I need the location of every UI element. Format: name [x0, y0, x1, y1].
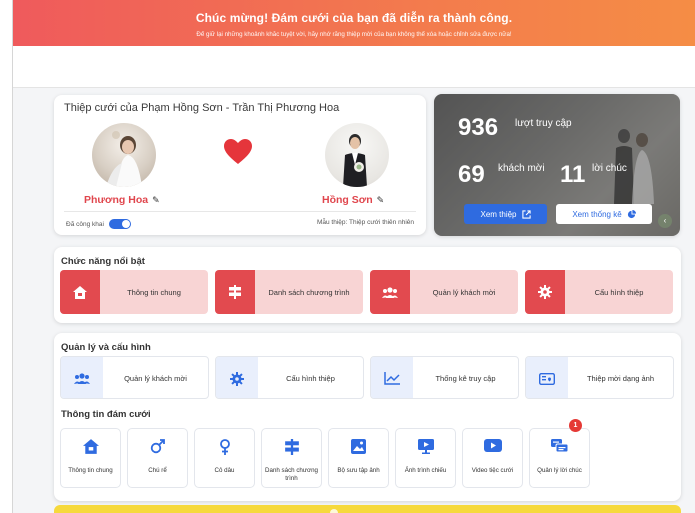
banner-title: Chúc mừng! Đám cưới của bạn đã diễn ra t…: [195, 11, 513, 25]
featured-guest-management-button[interactable]: Quản lý khách mời: [370, 270, 518, 314]
bride-name-text: Phương Hoa: [84, 194, 149, 206]
bride-avatar[interactable]: [92, 123, 156, 187]
view-card-label: Xem thiệp: [480, 209, 517, 219]
notification-badge: 1: [569, 419, 582, 432]
top-strip: [13, 46, 695, 88]
image-card-icon: [526, 357, 568, 398]
featured-title: Chức năng nổi bật: [61, 256, 145, 267]
heart-icon: [224, 139, 252, 164]
featured-program-list-button[interactable]: Danh sách chương trình: [215, 270, 363, 314]
tile-groom[interactable]: Chú rể: [127, 428, 188, 488]
manage-card-config-button[interactable]: Cấu hình thiệp: [215, 356, 364, 399]
wedding-info-title: Thông tin đám cưới: [61, 409, 151, 420]
tile-wedding-video[interactable]: Video tiệc cưới: [462, 428, 523, 488]
manage-label: Thiệp mời dạng ảnh: [586, 374, 655, 383]
groom-name-text: Hồng Sơn: [322, 194, 373, 206]
manage-guests-button[interactable]: Quản lý khách mời: [60, 356, 209, 399]
stats-card: 936 lượt truy cập 69 khách mời 11 lời ch…: [434, 94, 680, 236]
manage-label: Thống kê truy cập: [435, 374, 496, 383]
gear-icon: [216, 357, 258, 398]
featured-label: Cấu hình thiệp: [594, 287, 644, 297]
wishes-label: lời chúc: [592, 163, 627, 174]
tile-label: Ảnh trình chiếu: [404, 467, 447, 474]
manage-label: Quản lý khách mời: [124, 374, 187, 383]
tile-bride[interactable]: Cô dâu: [194, 428, 255, 488]
view-stats-button[interactable]: Xem thống kê: [556, 204, 652, 224]
window-left-margin: [0, 0, 12, 513]
male-icon: [128, 439, 187, 454]
house-icon: [61, 439, 120, 454]
groom-name[interactable]: Hồng Sơn ✎: [322, 194, 384, 206]
featured-card-config-button[interactable]: Cấu hình thiệp: [525, 270, 673, 314]
publish-status: Đã công khai: [66, 219, 131, 229]
visits-label: lượt truy cập: [515, 118, 572, 129]
management-title: Quản lý và cấu hình: [61, 342, 151, 353]
wishes-count: 11: [560, 161, 586, 188]
wedding-profile-card: Thiệp cưới của Phạm Hồng Sơn - Trần Thị …: [54, 95, 426, 235]
template-label: Mẫu thiệp: Thiệp cưới thiên nhiên: [316, 219, 414, 226]
banner-subtitle: Để giữ lại những khoảnh khắc tuyệt vời, …: [196, 31, 512, 38]
guests-count: 69: [458, 161, 485, 188]
featured-label: Thông tin chung: [127, 287, 181, 297]
external-link-icon: [521, 209, 531, 219]
tile-label: Danh sách chương trình: [265, 467, 318, 482]
tile-label: Bộ sưu tập ảnh: [337, 467, 380, 474]
female-icon: [195, 439, 254, 455]
pencil-icon[interactable]: ✎: [377, 195, 385, 206]
featured-label: Danh sách chương trình: [268, 287, 350, 297]
view-card-button[interactable]: Xem thiệp: [464, 204, 547, 224]
tile-label: Chú rể: [148, 467, 167, 474]
visits-count: 936: [458, 114, 499, 141]
tile-wishes-management[interactable]: 1 Quản lý lời chúc: [529, 419, 590, 488]
users-icon: [61, 357, 103, 398]
chevron-left-icon[interactable]: ‹: [658, 214, 672, 228]
gear-icon: [525, 270, 565, 314]
users-icon: [370, 270, 410, 314]
pencil-icon[interactable]: ✎: [152, 195, 160, 206]
featured-general-info-button[interactable]: Thông tin chung: [60, 270, 208, 314]
guests-label: khách mời: [498, 163, 545, 174]
gallery-icon: [329, 439, 388, 454]
video-icon: [463, 439, 522, 452]
tile-program-list[interactable]: Danh sách chương trình: [261, 428, 322, 488]
manage-access-stats-button[interactable]: Thống kê truy cập: [370, 356, 519, 399]
house-icon: [60, 270, 100, 314]
groom-avatar[interactable]: [325, 123, 389, 187]
tile-label: Cô dâu: [214, 467, 235, 474]
profile-title: Thiệp cưới của Phạm Hồng Sơn - Trần Thị …: [64, 102, 340, 114]
success-banner: Chúc mừng! Đám cưới của bạn đã diễn ra t…: [13, 0, 695, 46]
signpost-icon: [215, 270, 255, 314]
view-stats-label: Xem thống kê: [572, 209, 622, 219]
featured-label: Quản lý khách mời: [432, 287, 496, 297]
tile-label: Thông tin chung: [68, 467, 113, 474]
tile-general-info[interactable]: Thông tin chung: [60, 428, 121, 488]
pie-chart-icon: [627, 209, 636, 218]
tile-label: Video tiệc cưới: [471, 467, 514, 474]
bride-name[interactable]: Phương Hoa ✎: [84, 194, 160, 206]
tile-photo-gallery[interactable]: Bộ sưu tập ảnh: [328, 428, 389, 488]
notice-dot: [330, 509, 338, 513]
chart-line-icon: [371, 357, 413, 398]
publish-label: Đã công khai: [66, 220, 104, 228]
profile-divider: [64, 211, 416, 212]
tile-slideshow[interactable]: Ảnh trình chiếu: [395, 428, 456, 488]
slideshow-icon: [396, 439, 455, 454]
manage-label: Cấu hình thiệp: [286, 374, 335, 383]
featured-functions-section: Chức năng nổi bật Thông tin chung Danh s…: [54, 247, 681, 323]
management-section: Quản lý và cấu hình Quản lý khách mời Cấ…: [54, 333, 681, 501]
wishes-icon: [530, 439, 589, 454]
signpost-icon: [262, 439, 321, 455]
bottom-notice-bar: [54, 505, 681, 513]
publish-toggle[interactable]: [108, 219, 131, 229]
manage-image-card-button[interactable]: Thiệp mời dạng ảnh: [525, 356, 674, 399]
tile-label: Quản lý lời chúc: [537, 467, 582, 474]
